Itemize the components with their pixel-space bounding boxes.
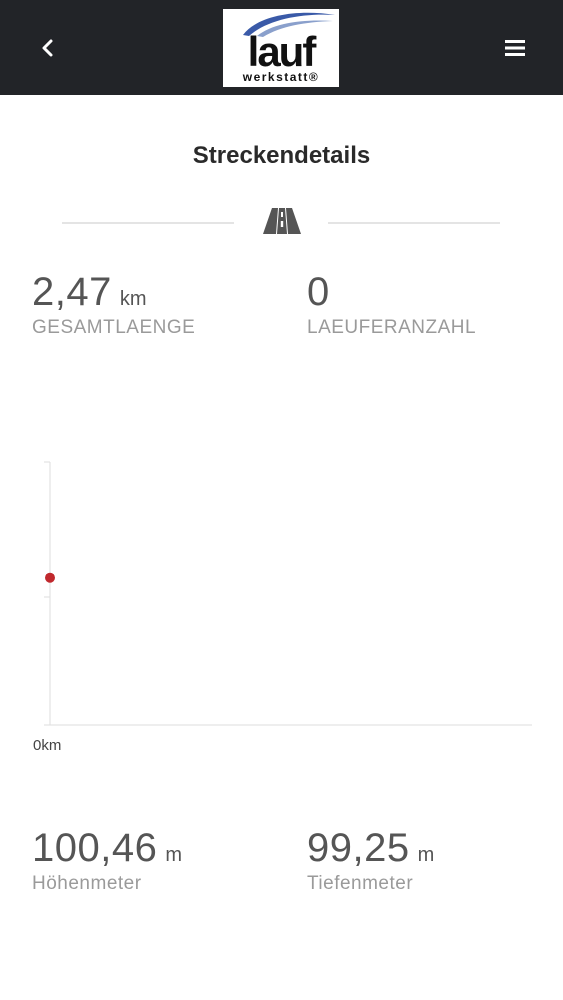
divider-left bbox=[62, 222, 234, 224]
divider-right bbox=[328, 222, 500, 224]
runner-count-stat: 0 LAEUFERANZAHL bbox=[307, 270, 476, 339]
total-length-label: GESAMTLAENGE bbox=[32, 317, 196, 338]
hamburger-menu-icon bbox=[505, 40, 525, 56]
elevation-loss-label: Tiefenmeter bbox=[307, 873, 414, 894]
runner-count-value: 0 bbox=[307, 270, 330, 314]
elevation-chart: 0km bbox=[0, 440, 563, 770]
page-title: Streckendetails bbox=[192, 142, 371, 169]
x-tick-label: 0km bbox=[33, 737, 62, 754]
total-length-unit: km bbox=[119, 288, 147, 310]
laufwerkstatt-logo[interactable]: lauf werkstatt® bbox=[223, 9, 339, 87]
elevation-loss-stat: 99,25 m Tiefenmeter bbox=[307, 826, 434, 895]
app-header: lauf werkstatt® bbox=[0, 0, 563, 95]
road-icon bbox=[263, 208, 301, 234]
back-button[interactable] bbox=[28, 28, 68, 68]
elevation-gain-value: 100,46 bbox=[32, 826, 158, 870]
elevation-loss-unit: m bbox=[417, 844, 435, 866]
total-length-value: 2,47 bbox=[32, 270, 112, 314]
elevation-gain-stat: 100,46 m Höhenmeter bbox=[32, 826, 182, 895]
logo-wordmark: lauf bbox=[247, 28, 317, 75]
elevation-gain-unit: m bbox=[165, 844, 183, 866]
elevation-loss-value: 99,25 bbox=[307, 826, 410, 870]
total-length-stat: 2,47 km GESAMTLAENGE bbox=[32, 270, 195, 339]
runner-count-label: LAEUFERANZAHL bbox=[307, 317, 477, 338]
menu-button[interactable] bbox=[495, 28, 535, 68]
logo-subtitle: werkstatt® bbox=[242, 70, 320, 84]
elevation-gain-label: Höhenmeter bbox=[32, 873, 142, 894]
elevation-chart-svg bbox=[44, 461, 532, 726]
elevation-point bbox=[45, 572, 55, 583]
chevron-left-icon bbox=[42, 39, 53, 57]
